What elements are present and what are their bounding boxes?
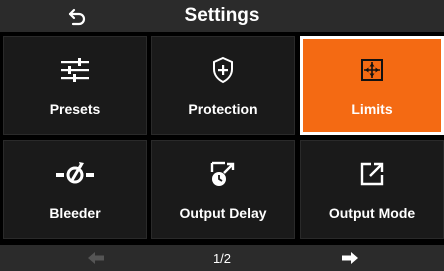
tile-label-presets: Presets <box>49 101 101 117</box>
header-bar: Settings <box>0 0 444 32</box>
footer-bar: 1/2 <box>0 245 444 271</box>
tile-label-bleeder: Bleeder <box>49 205 101 221</box>
sliders-icon <box>61 58 89 82</box>
arrow-right-icon <box>342 252 358 264</box>
settings-grid: Presets Protection Limits Bleeder Output… <box>0 36 444 241</box>
output-mode-icon <box>360 162 384 186</box>
output-delay-icon <box>210 161 235 186</box>
tile-bleeder[interactable]: Bleeder <box>3 140 147 239</box>
tile-output-delay[interactable]: Output Delay <box>151 140 295 239</box>
back-button[interactable] <box>60 3 94 29</box>
page-indicator: 1/2 <box>212 251 232 266</box>
tile-label-output-delay: Output Delay <box>179 205 267 221</box>
prev-page-button <box>84 248 108 268</box>
settings-screen: Settings Presets Protection Limits Bleed… <box>0 0 444 271</box>
tile-label-output-mode: Output Mode <box>328 205 416 221</box>
tile-limits[interactable]: Limits <box>300 36 444 135</box>
tile-label-protection: Protection <box>188 101 258 117</box>
tile-protection[interactable]: Protection <box>151 36 295 135</box>
tile-label-limits: Limits <box>351 101 393 117</box>
tile-output-mode[interactable]: Output Mode <box>300 140 444 239</box>
arrow-left-icon <box>88 252 104 264</box>
bleeder-icon <box>56 162 94 184</box>
back-arrow-icon <box>68 8 86 26</box>
next-page-button[interactable] <box>338 248 362 268</box>
tile-presets[interactable]: Presets <box>3 36 147 135</box>
limits-icon <box>361 59 383 81</box>
shield-plus-icon <box>213 56 233 84</box>
